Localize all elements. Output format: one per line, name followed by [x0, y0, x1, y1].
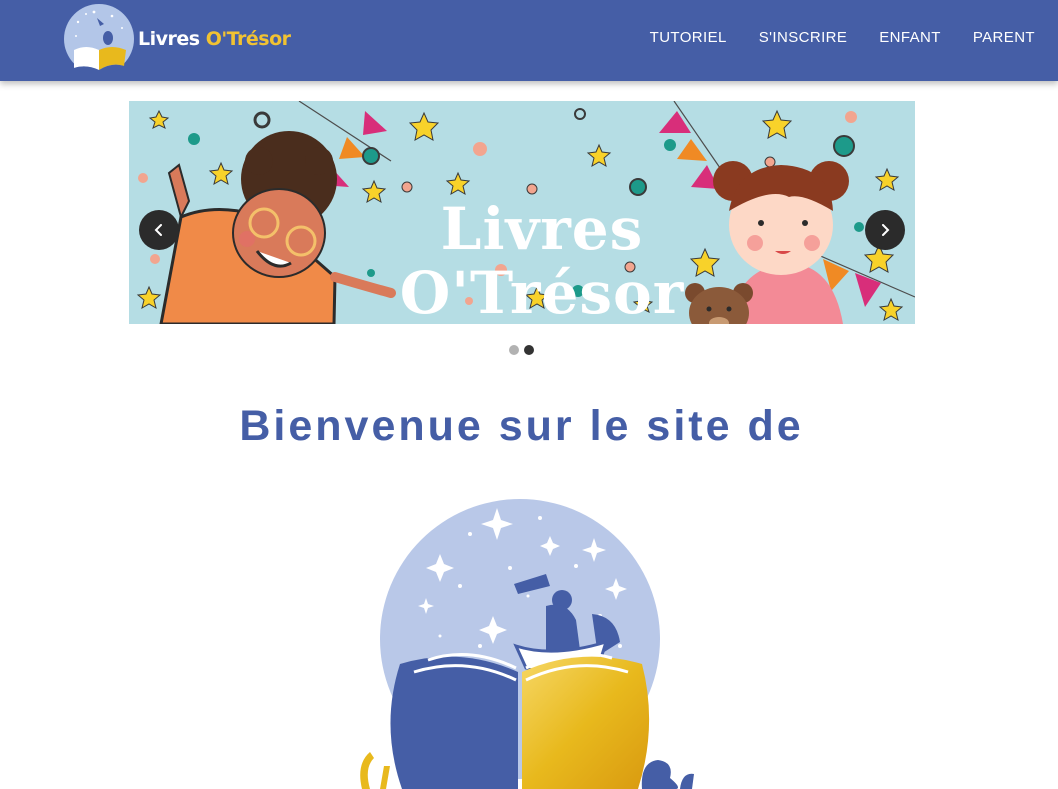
carousel-dot-1[interactable] [509, 345, 519, 355]
chevron-left-icon [154, 224, 162, 236]
carousel-indicators [509, 345, 534, 355]
chevron-right-icon [882, 224, 890, 236]
main-nav: TUTORIEL S'INSCRIRE ENFANT PARENT [650, 29, 1035, 46]
brand-word-1: Livres [138, 28, 200, 50]
nav-enfant[interactable]: ENFANT [879, 29, 941, 46]
nav-sinscrire[interactable]: S'INSCRIRE [759, 29, 848, 46]
banner-carousel: Livres O'Trésor [129, 101, 915, 324]
carousel-next-button[interactable] [865, 210, 905, 250]
brand-name: Livres O'Trésor [138, 28, 291, 50]
carousel-prev-button[interactable] [139, 210, 179, 250]
nav-parent[interactable]: PARENT [973, 29, 1035, 46]
top-navbar: Livres O'Trésor TUTORIEL S'INSCRIRE ENFA… [0, 0, 1058, 81]
brand-logo-icon [64, 4, 134, 74]
carousel-dot-2[interactable] [524, 345, 534, 355]
brand-home-link[interactable]: Livres O'Trésor [64, 3, 291, 75]
livres-otresor-logo [360, 499, 694, 789]
nav-tutoriel[interactable]: TUTORIEL [650, 29, 727, 46]
banner-title: Livres O'Trésor [399, 195, 685, 324]
welcome-heading: Bienvenue sur le site de [239, 402, 804, 450]
brand-word-2: O'Trésor [205, 28, 291, 50]
